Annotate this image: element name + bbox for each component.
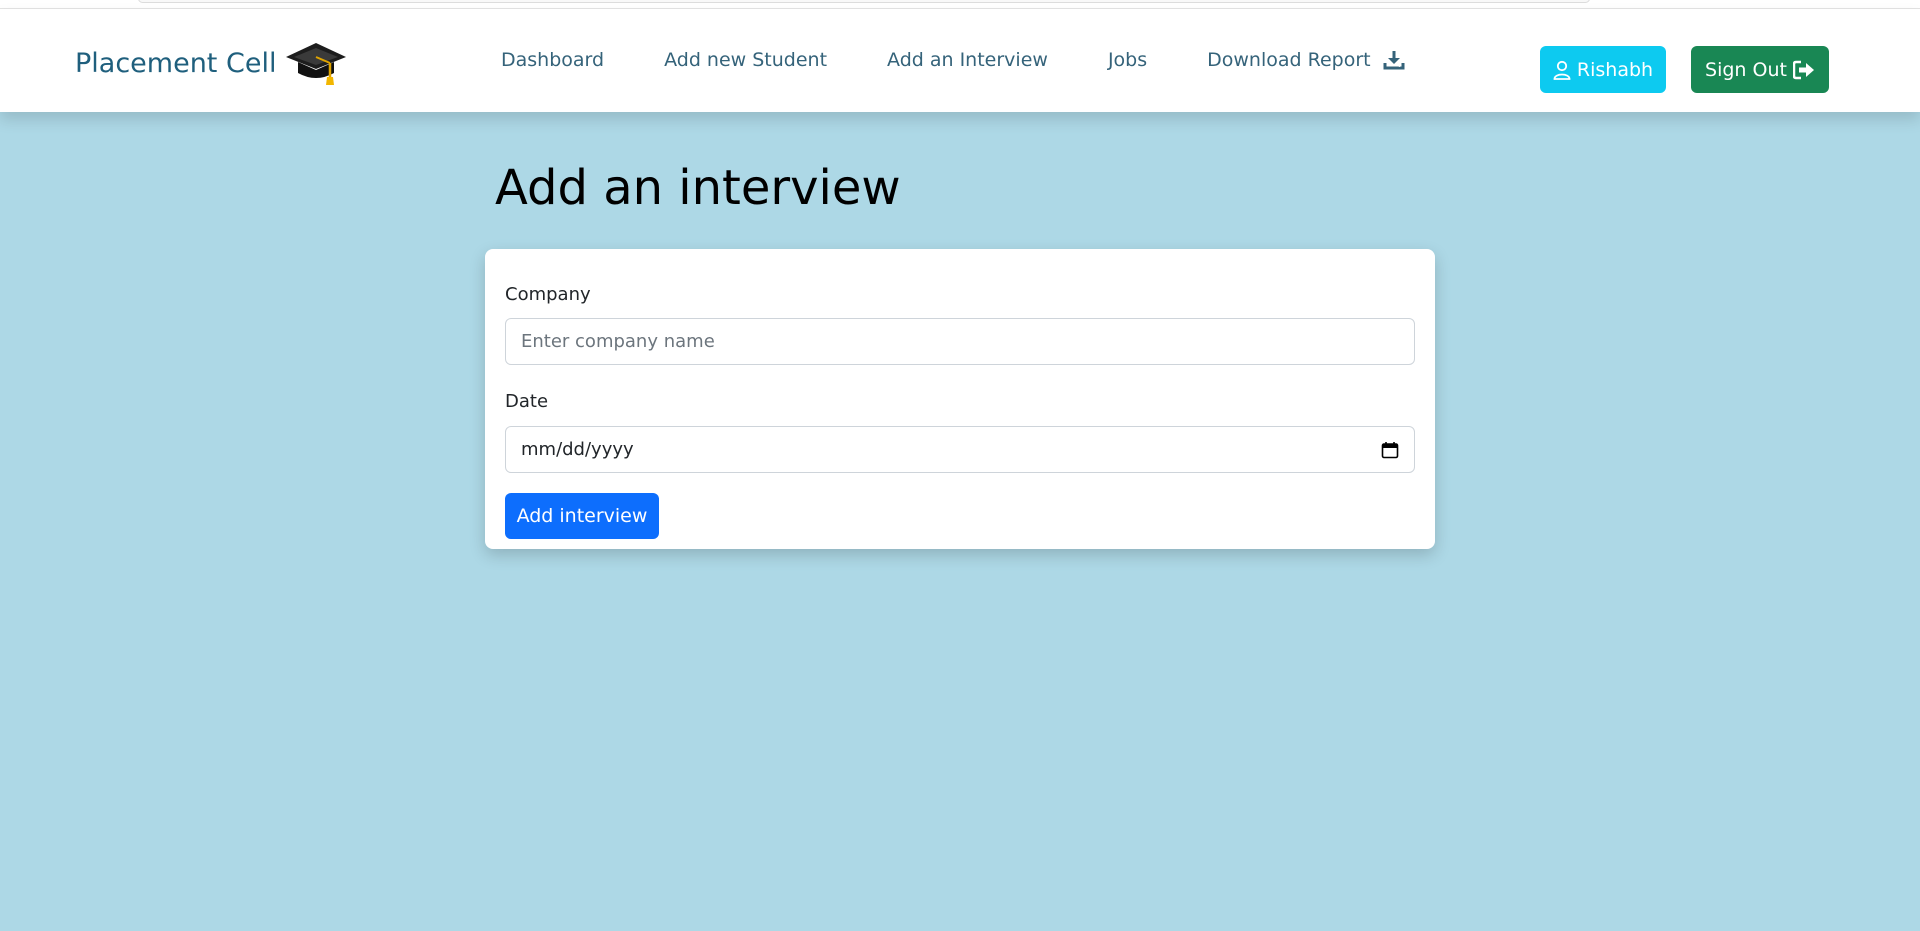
sign-out-icon: [1792, 60, 1814, 79]
graduation-cap-icon: [286, 43, 347, 85]
nav-add-student[interactable]: Add new Student: [664, 49, 827, 71]
nav-download-report-label: Download Report: [1207, 49, 1371, 71]
nav-dashboard[interactable]: Dashboard: [501, 49, 604, 71]
company-label: Company: [505, 284, 591, 305]
date-input-placeholder: mm/dd/yyyy: [521, 439, 634, 460]
brand-link[interactable]: Placement Cell: [75, 39, 348, 87]
nav-add-interview[interactable]: Add an Interview: [887, 49, 1048, 71]
download-icon: [1383, 51, 1405, 70]
date-input[interactable]: mm/dd/yyyy: [505, 426, 1415, 473]
add-interview-button[interactable]: Add interview: [505, 493, 659, 539]
sign-out-label: Sign Out: [1705, 58, 1787, 81]
browser-top-strip: [0, 0, 1920, 9]
brand-title: Placement Cell: [75, 47, 277, 79]
company-input[interactable]: [505, 318, 1415, 365]
add-interview-form-card: Company Date mm/dd/yyyy Add interview: [485, 249, 1435, 549]
page-title: Add an interview: [495, 160, 901, 216]
navbar: Placement Cell Dashboard Add new Student…: [0, 9, 1920, 112]
user-name: Rishabh: [1576, 58, 1654, 81]
sign-out-button[interactable]: Sign Out: [1691, 46, 1829, 93]
nav-links: Dashboard Add new Student Add an Intervi…: [501, 49, 1405, 71]
user-profile-button[interactable]: Rishabh: [1540, 46, 1666, 93]
nav-jobs[interactable]: Jobs: [1108, 49, 1147, 71]
date-label: Date: [505, 391, 549, 412]
calendar-icon[interactable]: [1381, 441, 1399, 459]
browser-address-bar-edge: [138, 0, 1590, 3]
user-icon: [1553, 60, 1571, 80]
nav-download-report[interactable]: Download Report: [1207, 49, 1405, 71]
